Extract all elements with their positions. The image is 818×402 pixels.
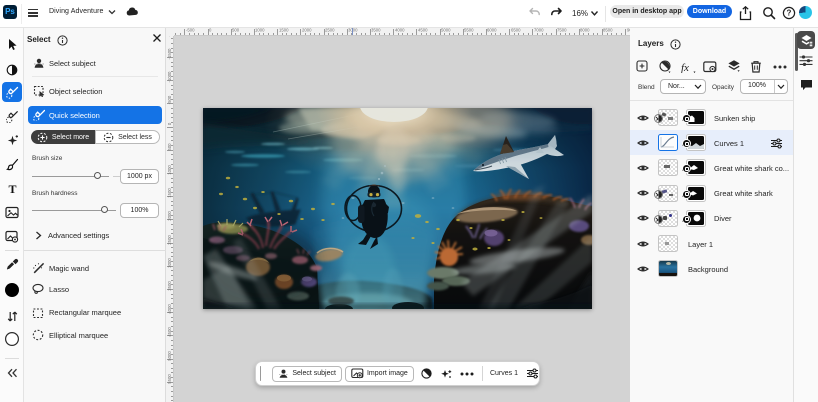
- svg-text:?: ?: [787, 9, 792, 18]
- svg-text:fx: fx: [681, 62, 689, 73]
- svg-text:T: T: [8, 182, 16, 195]
